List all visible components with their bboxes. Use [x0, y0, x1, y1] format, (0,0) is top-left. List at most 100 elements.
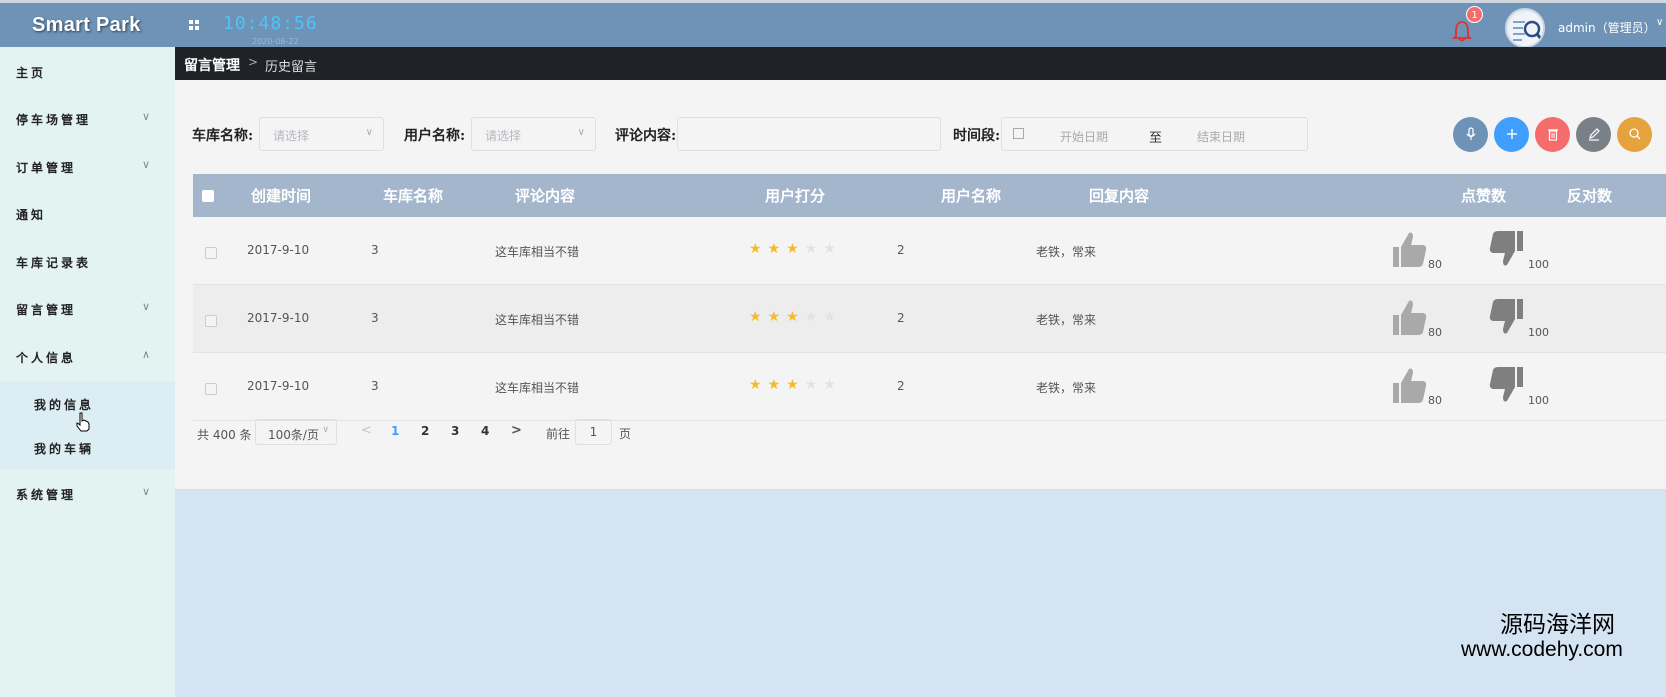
pencil-icon — [1588, 128, 1600, 141]
clock-date: 2020-06-22 — [252, 37, 299, 46]
breadcrumb-current: 历史留言 — [265, 60, 318, 75]
sidebar-item-label: 我的信息 — [34, 398, 95, 412]
star-icon: ★ — [786, 377, 805, 393]
thumbs-up-icon[interactable] — [1389, 297, 1427, 337]
voice-button[interactable] — [1453, 117, 1488, 152]
thumbs-up-icon[interactable] — [1389, 365, 1427, 405]
bell-icon[interactable] — [1451, 19, 1473, 43]
page-number[interactable]: 1 — [391, 424, 399, 438]
cell-garage: 3 — [371, 379, 379, 393]
watermark-url: www.codehy.com — [1461, 638, 1623, 661]
star-icon: ★ — [804, 309, 824, 325]
app-logo[interactable]: Smart Park — [32, 14, 141, 37]
grid-menu-icon[interactable] — [189, 20, 199, 30]
star-icon: ★ — [823, 377, 842, 393]
sidebar-item-notice[interactable]: 通知 — [0, 189, 175, 238]
page-number[interactable]: 2 — [421, 424, 429, 438]
star-icon: ★ — [749, 309, 768, 325]
goto-page-input[interactable]: 1 — [575, 419, 612, 445]
sidebar-item-label: 个人信息 — [16, 351, 77, 365]
start-date-input[interactable]: 开始日期 — [1060, 128, 1108, 145]
end-date-input[interactable]: 结束日期 — [1197, 128, 1245, 145]
delete-button[interactable] — [1535, 117, 1570, 152]
trash-icon — [1547, 129, 1558, 141]
edit-button[interactable] — [1576, 117, 1611, 152]
column-header[interactable]: 车库名称 — [383, 185, 443, 206]
row-checkbox[interactable] — [205, 315, 217, 327]
page-size-select[interactable]: 100条/页 ∨ — [255, 419, 337, 445]
thumbs-down-icon[interactable] — [1489, 365, 1527, 405]
cell-garage: 3 — [371, 311, 379, 325]
cell-user: 2 — [897, 311, 905, 325]
search-icon — [1628, 128, 1640, 140]
sidebar-item-home[interactable]: 主页 — [0, 47, 175, 96]
user-select[interactable]: 请选择 ∨ — [471, 117, 596, 151]
microphone-icon — [1466, 127, 1475, 140]
calendar-icon — [1013, 128, 1024, 139]
sidebar: 主页 停车场管理 ∨ 订单管理 ∨ 通知 车库记录表 留言管理 ∨ 个人信息 ∧… — [0, 47, 175, 697]
search-button[interactable] — [1617, 117, 1652, 152]
prev-page-button[interactable]: < — [361, 423, 372, 438]
garage-select[interactable]: 请选择 ∨ — [259, 117, 384, 151]
top-header: Smart Park 10:48:56 2020-06-22 1 admin（管… — [0, 0, 1666, 48]
add-button[interactable] — [1494, 117, 1529, 152]
row-checkbox[interactable] — [205, 247, 217, 259]
garage-select-placeholder: 请选择 — [273, 129, 310, 143]
avatar[interactable] — [1505, 8, 1545, 48]
star-icon: ★ — [767, 377, 787, 393]
chevron-down-icon: ∨ — [142, 110, 151, 123]
like-count: 80 — [1428, 326, 1442, 339]
date-range-separator: 至 — [1149, 131, 1163, 146]
garage-filter-label: 车库名称: — [192, 128, 254, 144]
cell-reply: 老铁，常来 — [1036, 245, 1097, 259]
cell-created: 2017-9-10 — [247, 311, 310, 325]
like-count: 80 — [1428, 394, 1442, 407]
breadcrumb-parent[interactable]: 留言管理 — [184, 55, 240, 75]
table-header: 创建时间 车库名称 评论内容 用户打分 用户名称 回复内容 点赞数 反对数 — [193, 174, 1666, 217]
sidebar-item-system[interactable]: 系统管理 ∨ — [0, 469, 175, 518]
sidebar-item-label: 车库记录表 — [16, 256, 92, 270]
sidebar-item-personal-info[interactable]: 个人信息 ∧ — [0, 332, 175, 381]
table-row[interactable]: 2017-9-10 3 这车库相当不错 ★★★★★ 2 老铁，常来 80 100 — [193, 353, 1666, 421]
sidebar-item-garage-records[interactable]: 车库记录表 — [0, 237, 175, 286]
star-icon: ★ — [767, 241, 787, 257]
plus-icon — [1506, 129, 1517, 139]
sidebar-item-label: 通知 — [16, 208, 47, 222]
thumbs-up-icon[interactable] — [1389, 229, 1427, 269]
cell-garage: 3 — [371, 243, 379, 257]
sidebar-item-label: 订单管理 — [16, 161, 77, 175]
chevron-up-icon: ∧ — [142, 348, 151, 361]
column-header[interactable]: 点赞数 — [1461, 185, 1506, 206]
column-header[interactable]: 回复内容 — [1089, 185, 1149, 206]
table-row[interactable]: 2017-9-10 3 这车库相当不错 ★★★★★ 2 老铁，常来 80 100 — [193, 285, 1666, 353]
cell-created: 2017-9-10 — [247, 243, 310, 257]
row-checkbox[interactable] — [205, 383, 217, 395]
chevron-down-icon: ∨ — [142, 158, 151, 171]
column-header[interactable]: 用户打分 — [765, 185, 825, 206]
page-number[interactable]: 4 — [481, 424, 489, 438]
cell-comment: 这车库相当不错 — [495, 381, 580, 395]
thumbs-down-icon[interactable] — [1489, 229, 1527, 269]
column-header[interactable]: 评论内容 — [515, 185, 575, 206]
column-header[interactable]: 反对数 — [1567, 185, 1612, 206]
column-header[interactable]: 用户名称 — [941, 185, 1001, 206]
comment-input[interactable] — [677, 117, 941, 151]
sidebar-item-label: 系统管理 — [16, 488, 77, 502]
sidebar-item-orders[interactable]: 订单管理 ∨ — [0, 142, 175, 191]
date-range-picker[interactable]: 开始日期 至 结束日期 — [1001, 117, 1308, 151]
star-icon: ★ — [749, 377, 768, 393]
sidebar-item-parking[interactable]: 停车场管理 ∨ — [0, 94, 175, 143]
chevron-down-icon: ∨ — [322, 425, 329, 435]
chevron-down-icon[interactable]: ∨ — [1656, 17, 1663, 28]
page-number[interactable]: 3 — [451, 424, 459, 438]
cell-user: 2 — [897, 379, 905, 393]
next-page-button[interactable]: > — [511, 423, 522, 438]
select-all-checkbox[interactable] — [202, 190, 214, 202]
thumbs-down-icon[interactable] — [1489, 297, 1527, 337]
sidebar-item-messages[interactable]: 留言管理 ∨ — [0, 284, 175, 333]
user-menu[interactable]: admin（管理员） — [1558, 19, 1656, 36]
chevron-down-icon: ∨ — [142, 300, 151, 313]
table-row[interactable]: 2017-9-10 3 这车库相当不错 ★★★★★ 2 老铁，常来 80 100 — [193, 217, 1666, 285]
clock-time: 10:48:56 — [223, 13, 318, 34]
column-header[interactable]: 创建时间 — [251, 185, 311, 206]
